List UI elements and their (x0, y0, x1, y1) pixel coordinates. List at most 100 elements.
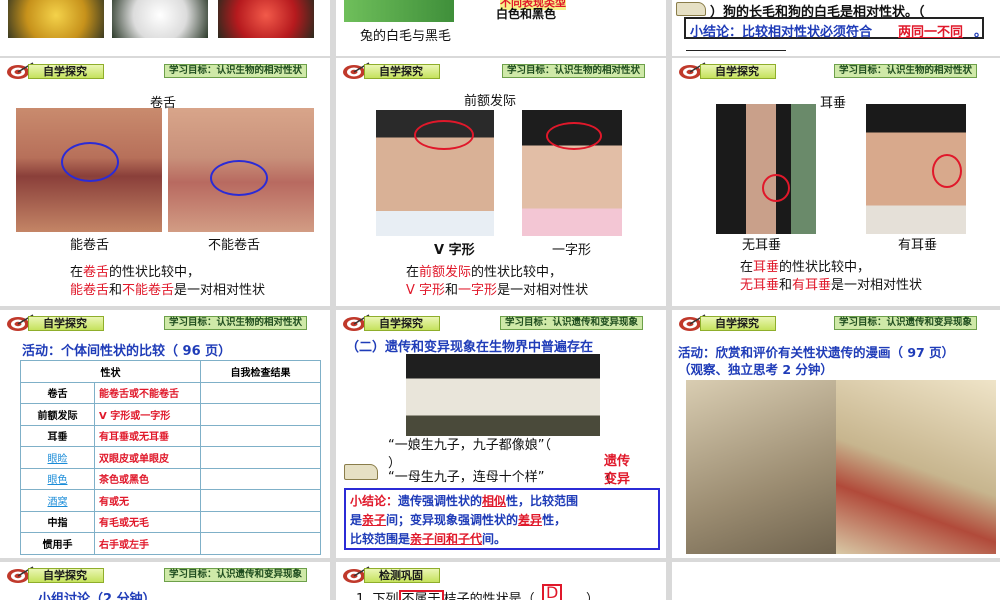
conclusion-line2: 是亲子间；变异现象强调性状的差异性， (350, 513, 567, 527)
hairline-straight-photo (522, 110, 622, 236)
self-check-cell[interactable] (200, 489, 321, 512)
hairline-line2: V 字形和一字形是一对相对性状 (406, 283, 589, 298)
slide-discussion: 自学探究 学习目标：认识遗传和变异现象 小组讨论（2 分钟） (0, 562, 330, 600)
slide-header: 自学探究 学习目标：认识生物的相对性状 (678, 62, 1000, 80)
tongue-line1: 在卷舌的性状比较中， (70, 265, 201, 280)
earlobe-left-label: 无耳垂 (742, 238, 782, 253)
earlobe-right-label: 有耳垂 (898, 238, 938, 253)
slide-tongue: 自学探究 学习目标：认识生物的相对性状 卷舌 能卷舌 不能卷舌 在卷舌的性状比较… (0, 58, 330, 306)
learning-goal: 学习目标：认识遗传和变异现象 (500, 316, 644, 330)
hairline-v-circle (414, 120, 474, 150)
slide-activity-table: 自学探究 学习目标：认识生物的相对性状 活动：个体间性状的比较（ 96 页） 性… (0, 310, 330, 558)
rabbit-photo (344, 0, 454, 22)
learning-goal: 学习目标：认识生物的相对性状 (502, 64, 646, 78)
slide-flowers (0, 0, 330, 56)
slide-empty (672, 562, 1000, 600)
earlobe-line1: 在耳垂的性状比较中， (740, 260, 871, 275)
slide-hairline: 自学探究 学习目标：认识生物的相对性状 前额发际 V 字形 一字形 在前额发际的… (336, 58, 666, 306)
slide-header: 自学探究 学习目标：认识生物的相对性状 (6, 62, 330, 80)
table-row: 中指 有毛或无毛 (20, 510, 321, 533)
learning-goal: 学习目标：认识生物的相对性状 (164, 316, 308, 330)
activity1-title: 活动：个体间性状的比较（ 96 页） (22, 344, 232, 359)
learning-goal: 学习目标：认识生物的相对性状 (164, 64, 308, 78)
quote1: “一娘生九子，九子都像娘”（ (388, 438, 551, 453)
trait-name: 前额发际 (20, 403, 95, 426)
trait-values: 右手或左手 (94, 532, 201, 555)
col-header-trait: 性状 (20, 360, 201, 383)
trait-values: 双眼皮或单眼皮 (94, 446, 201, 469)
table-row: 耳垂 有耳垂或无耳垂 (20, 424, 321, 447)
trait-values: 有耳垂或无耳垂 (94, 424, 201, 447)
trait-link[interactable]: 眼睑 (20, 446, 95, 469)
trait-values: 茶色或黑色 (94, 467, 201, 490)
hairline-title: 前额发际 (464, 94, 517, 109)
self-check-cell[interactable] (200, 467, 321, 490)
self-check-cell[interactable] (200, 403, 321, 426)
question1: 1. 下列 不属于 桔子的性状是（ (356, 588, 535, 600)
slide-header: 检测巩固 (342, 566, 666, 584)
earlobe-attached-photo (866, 104, 966, 234)
section-badge: 自学探究 (700, 64, 776, 79)
tongue-left-label: 能卷舌 (70, 238, 110, 253)
rabbit-colors: 白色和黑色 (496, 7, 557, 21)
question-boxed: 不属于 (398, 590, 444, 600)
self-check-cell[interactable] (200, 446, 321, 469)
section-badge: 自学探究 (364, 64, 440, 79)
trait-name: 卷舌 (20, 381, 95, 404)
comic-image-right (836, 380, 996, 554)
self-check-cell[interactable] (200, 424, 321, 447)
slide-header: 自学探究 学习目标：认识遗传和变异现象 (342, 314, 666, 332)
self-check-cell[interactable] (200, 381, 321, 404)
hairline-right-label: 一字形 (552, 243, 592, 258)
table-row: 眼色 茶色或黑色 (20, 467, 321, 490)
trait-values: 有毛或无毛 (94, 510, 201, 533)
self-check-cell[interactable] (200, 510, 321, 533)
trait-name: 惯用手 (20, 532, 95, 555)
slide-header: 自学探究 学习目标：认识生物的相对性状 (342, 62, 666, 80)
hairline-straight-circle (546, 122, 602, 150)
trait-values: 能卷舌或不能卷舌 (94, 381, 201, 404)
quote2: “一母生九子，连母十个样” (388, 470, 545, 485)
trait-name: 耳垂 (20, 424, 95, 447)
trait-table-body: 卷舌 能卷舌或不能卷舌 前额发际 V 字形或一字形 耳垂 有耳垂或无耳垂 眼睑 双眼皮或单眼皮… (20, 381, 321, 555)
table-row: 惯用手 右手或左手 (20, 532, 321, 555)
trait-values: 有或无 (94, 489, 201, 512)
slide-earlobe: 自学探究 学习目标：认识生物的相对性状 耳垂 无耳垂 有耳垂 在耳垂的性状比较中… (672, 58, 1000, 306)
trait-values: V 字形或一字形 (94, 403, 201, 426)
question1-answer: D (542, 584, 563, 600)
tongue-right-label: 不能卷舌 (208, 238, 261, 253)
heredity-title: （二）遗传和变异现象在生物界中普遍存在 (346, 340, 594, 355)
slide-header: 自学探究 学习目标：认识遗传和变异现象 (6, 566, 330, 584)
conclusion-box: 小结论：比较相对性状必须符合 两同一不同 。 (684, 17, 987, 40)
table-header-row: 性状 自我检查结果 (20, 360, 321, 383)
self-check-cell[interactable] (200, 532, 321, 555)
slide-header: 自学探究 学习目标：认识遗传和变异现象 (678, 314, 1000, 332)
conclusion-line3: 比较范围是亲子间和子代间。 (350, 532, 507, 546)
learning-goal: 学习目标：认识生物的相对性状 (834, 64, 978, 78)
trait-name: 中指 (20, 510, 95, 533)
heredity-conclusion-box: 小结论：遗传强调性状的相似性，比较范围 是亲子间；变异现象强调性状的差异性， 比… (344, 488, 660, 550)
slide-comic: 自学探究 学习目标：认识遗传和变异现象 活动：欣赏和评价有关性状遗传的漫画（ 9… (672, 310, 1000, 558)
tongue-roll-photo (16, 108, 162, 232)
tongue-noroll-photo (168, 108, 314, 232)
section-badge: 自学探究 (28, 568, 104, 583)
table-row: 眼睑 双眼皮或单眼皮 (20, 446, 321, 469)
table-row: 卷舌 能卷舌或不能卷舌 (20, 381, 321, 404)
trait-link[interactable]: 眼色 (20, 467, 95, 490)
tongue-roll-circle (61, 142, 119, 182)
section-badge: 自学探究 (28, 316, 104, 331)
flower-photo-3 (218, 0, 314, 38)
col-header-result: 自我检查结果 (200, 360, 321, 383)
trait-link[interactable]: 酒窝 (20, 489, 95, 512)
earlobe-none-circle (762, 174, 790, 202)
table-row: 前额发际 V 字形或一字形 (20, 403, 321, 426)
section-badge: 自学探究 (364, 316, 440, 331)
slide-rabbits: 不同表现类型 白色和黑色 兔的白毛与黑毛 (336, 0, 666, 56)
hairline-line1: 在前额发际的性状比较中， (406, 265, 563, 280)
answer-underline (686, 50, 786, 51)
conclusion-prefix: 小结论：比较相对性状必须符合 (690, 25, 873, 40)
slide-header: 自学探究 学习目标：认识生物的相对性状 (6, 314, 330, 332)
flower-photo-2 (112, 0, 208, 38)
tongue-line2: 能卷舌和不能卷舌是一对相对性状 (70, 283, 266, 298)
earlobe-none-photo (716, 104, 816, 234)
